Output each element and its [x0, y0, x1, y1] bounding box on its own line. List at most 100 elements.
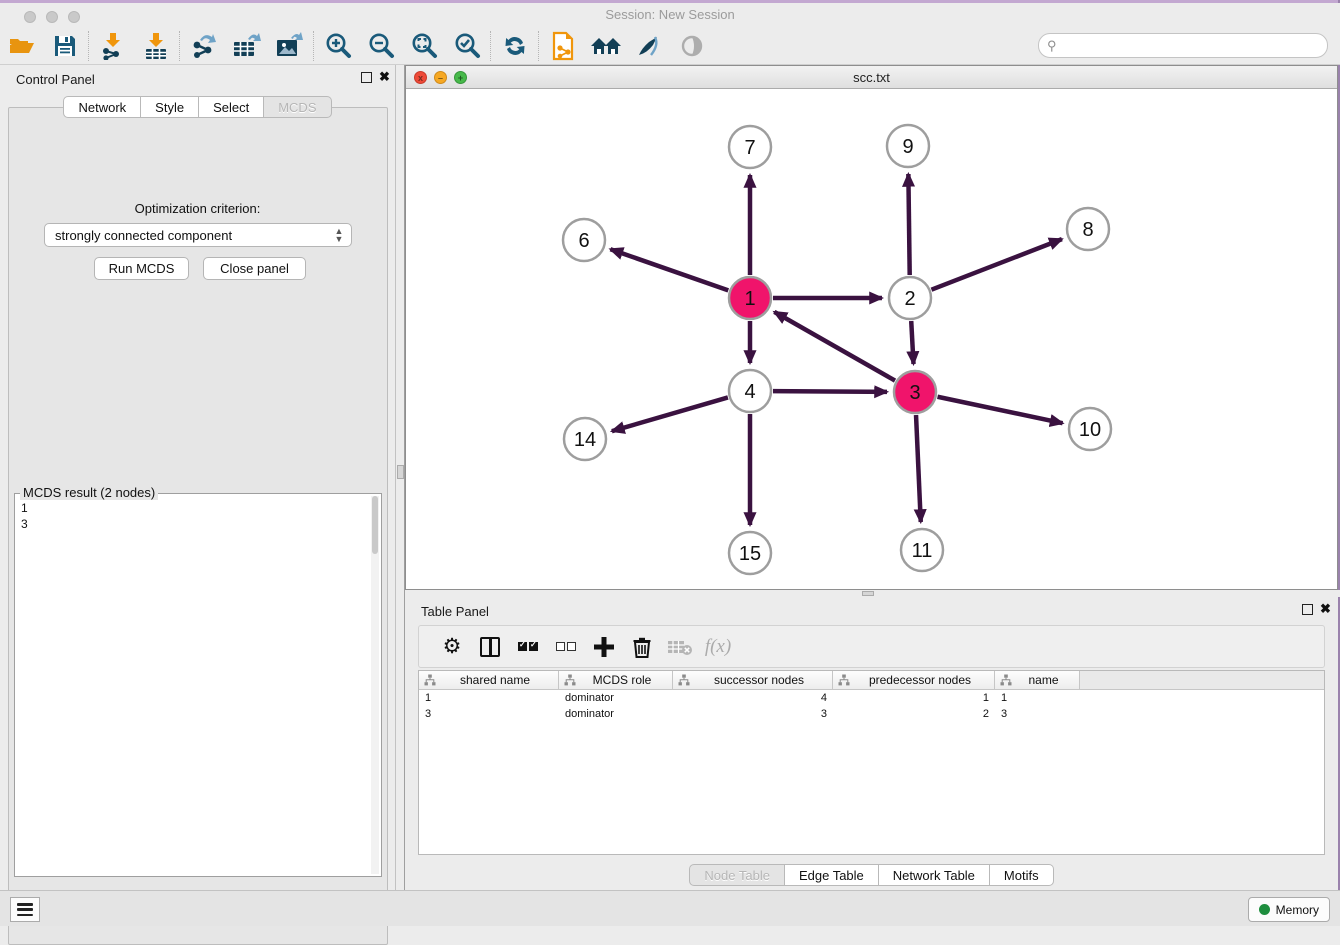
graph-node-9[interactable]: 9	[887, 125, 929, 167]
edge-2-3[interactable]	[911, 321, 913, 364]
cell-successor-nodes[interactable]: 4	[673, 691, 833, 707]
graph-node-2[interactable]: 2	[889, 277, 931, 319]
function-builder-button[interactable]: f(x)	[699, 630, 737, 664]
save-session-button[interactable]	[43, 29, 86, 63]
table-settings-button[interactable]: ⚙	[433, 630, 471, 664]
refresh-button[interactable]	[493, 29, 536, 63]
optimization-dropdown[interactable]: strongly connected component ▲▼	[44, 223, 352, 247]
task-history-button[interactable]	[10, 897, 40, 922]
splitter-grip[interactable]	[862, 591, 874, 596]
graph-node-4[interactable]: 4	[729, 370, 771, 412]
chevron-updown-icon: ▲▼	[331, 227, 351, 243]
column-header-label: shared name	[442, 673, 558, 687]
trash-icon	[632, 636, 652, 658]
clone-network-button[interactable]	[541, 29, 584, 63]
graph-node-1[interactable]: 1	[729, 277, 771, 319]
result-scrollbar[interactable]	[371, 496, 379, 874]
export-image-button[interactable]	[268, 29, 311, 63]
graph-node-3[interactable]: 3	[894, 371, 936, 413]
open-session-button[interactable]	[0, 29, 43, 63]
table-row[interactable]: 3dominator323	[419, 707, 1080, 723]
cell-MCDS-role[interactable]: dominator	[559, 707, 673, 723]
vertical-splitter[interactable]	[395, 65, 405, 890]
network-window-titlebar[interactable]: x – + scc.txt	[406, 66, 1337, 89]
zoom-in-button[interactable]	[316, 29, 359, 63]
home-button[interactable]	[584, 29, 627, 63]
network-canvas[interactable]: 1 2 3 4 6 7 8 9 10 11 14 15	[406, 89, 1337, 589]
cell-predecessor-nodes[interactable]: 2	[833, 707, 995, 723]
import-network-button[interactable]	[91, 29, 134, 63]
apply-style-button[interactable]	[627, 29, 670, 63]
graph-node-8[interactable]: 8	[1067, 208, 1109, 250]
zoom-out-button[interactable]	[359, 29, 402, 63]
graph-node-14[interactable]: 14	[564, 418, 606, 460]
tab-edge-table[interactable]: Edge Table	[785, 864, 879, 886]
cell-name[interactable]: 1	[995, 691, 1080, 707]
column-type-icon	[424, 674, 436, 686]
edge-1-6[interactable]	[610, 249, 728, 290]
close-panel-icon[interactable]: ✖	[1320, 602, 1331, 616]
show-graphics-details-button[interactable]	[670, 29, 713, 63]
search-box[interactable]: ⚲	[1038, 33, 1328, 58]
edge-2-8[interactable]	[931, 239, 1061, 290]
column-header-successor-nodes[interactable]: successor nodes	[673, 671, 833, 689]
column-header-label: name	[1018, 673, 1079, 687]
close-panel-icon[interactable]: ✖	[379, 70, 390, 84]
cell-MCDS-role[interactable]: dominator	[559, 691, 673, 707]
tab-motifs[interactable]: Motifs	[990, 864, 1054, 886]
tab-node-table[interactable]: Node Table	[689, 864, 785, 886]
horizontal-splitter[interactable]	[405, 590, 1340, 597]
graph-node-10[interactable]: 10	[1069, 408, 1111, 450]
graph-node-6[interactable]: 6	[563, 219, 605, 261]
cell-predecessor-nodes[interactable]: 1	[833, 691, 995, 707]
zoom-fit-button[interactable]	[402, 29, 445, 63]
zoom-selected-button[interactable]	[445, 29, 488, 63]
graph-node-11[interactable]: 11	[901, 529, 943, 571]
cell-shared-name[interactable]: 3	[419, 707, 559, 723]
delete-column-button[interactable]	[623, 630, 661, 664]
run-mcds-button[interactable]: Run MCDS	[94, 257, 189, 280]
cell-shared-name[interactable]: 1	[419, 691, 559, 707]
edge-3-11[interactable]	[916, 415, 921, 522]
node-label: 6	[578, 230, 589, 252]
column-header-name[interactable]: name	[995, 671, 1080, 689]
network-window-title: scc.txt	[406, 70, 1337, 85]
column-header-MCDS-role[interactable]: MCDS role	[559, 671, 673, 689]
edge-3-1[interactable]	[774, 312, 895, 381]
tab-style[interactable]: Style	[141, 96, 199, 118]
edge-4-14[interactable]	[612, 397, 728, 431]
splitter-grip[interactable]	[397, 465, 404, 479]
network-graph[interactable]: 1 2 3 4 6 7 8 9 10 11 14 15	[406, 89, 1337, 589]
save-floppy-icon	[53, 34, 77, 58]
tab-mcds[interactable]: MCDS	[264, 96, 331, 118]
table-row[interactable]: 1dominator411	[419, 691, 1080, 707]
search-input[interactable]	[1061, 36, 1327, 56]
memory-button[interactable]: Memory	[1248, 897, 1330, 922]
export-network-button[interactable]	[182, 29, 225, 63]
cell-name[interactable]: 3	[995, 707, 1080, 723]
tab-network[interactable]: Network	[63, 96, 141, 118]
add-column-button[interactable]	[585, 630, 623, 664]
edge-3-10[interactable]	[938, 397, 1063, 423]
tab-select[interactable]: Select	[199, 96, 264, 118]
edge-2-9[interactable]	[908, 174, 909, 275]
graph-node-15[interactable]: 15	[729, 532, 771, 574]
close-panel-button[interactable]: Close panel	[203, 257, 306, 280]
float-panel-icon[interactable]	[361, 72, 372, 83]
column-header-predecessor-nodes[interactable]: predecessor nodes	[833, 671, 995, 689]
cell-successor-nodes[interactable]: 3	[673, 707, 833, 723]
float-panel-icon[interactable]	[1302, 604, 1313, 615]
show-columns-button[interactable]	[471, 630, 509, 664]
edge-4-3[interactable]	[773, 391, 887, 392]
export-table-button[interactable]	[225, 29, 268, 63]
node-table[interactable]: shared nameMCDS rolesuccessor nodesprede…	[418, 670, 1325, 855]
import-table-button[interactable]	[134, 29, 177, 63]
graph-node-7[interactable]: 7	[729, 126, 771, 168]
column-header-shared-name[interactable]: shared name	[419, 671, 559, 689]
delete-table-button[interactable]	[661, 630, 699, 664]
result-scrollbar-thumb[interactable]	[372, 496, 378, 554]
node-label: 9	[902, 136, 913, 158]
tab-network-table[interactable]: Network Table	[879, 864, 990, 886]
select-all-columns-button[interactable]	[509, 630, 547, 664]
unselect-all-columns-button[interactable]	[547, 630, 585, 664]
